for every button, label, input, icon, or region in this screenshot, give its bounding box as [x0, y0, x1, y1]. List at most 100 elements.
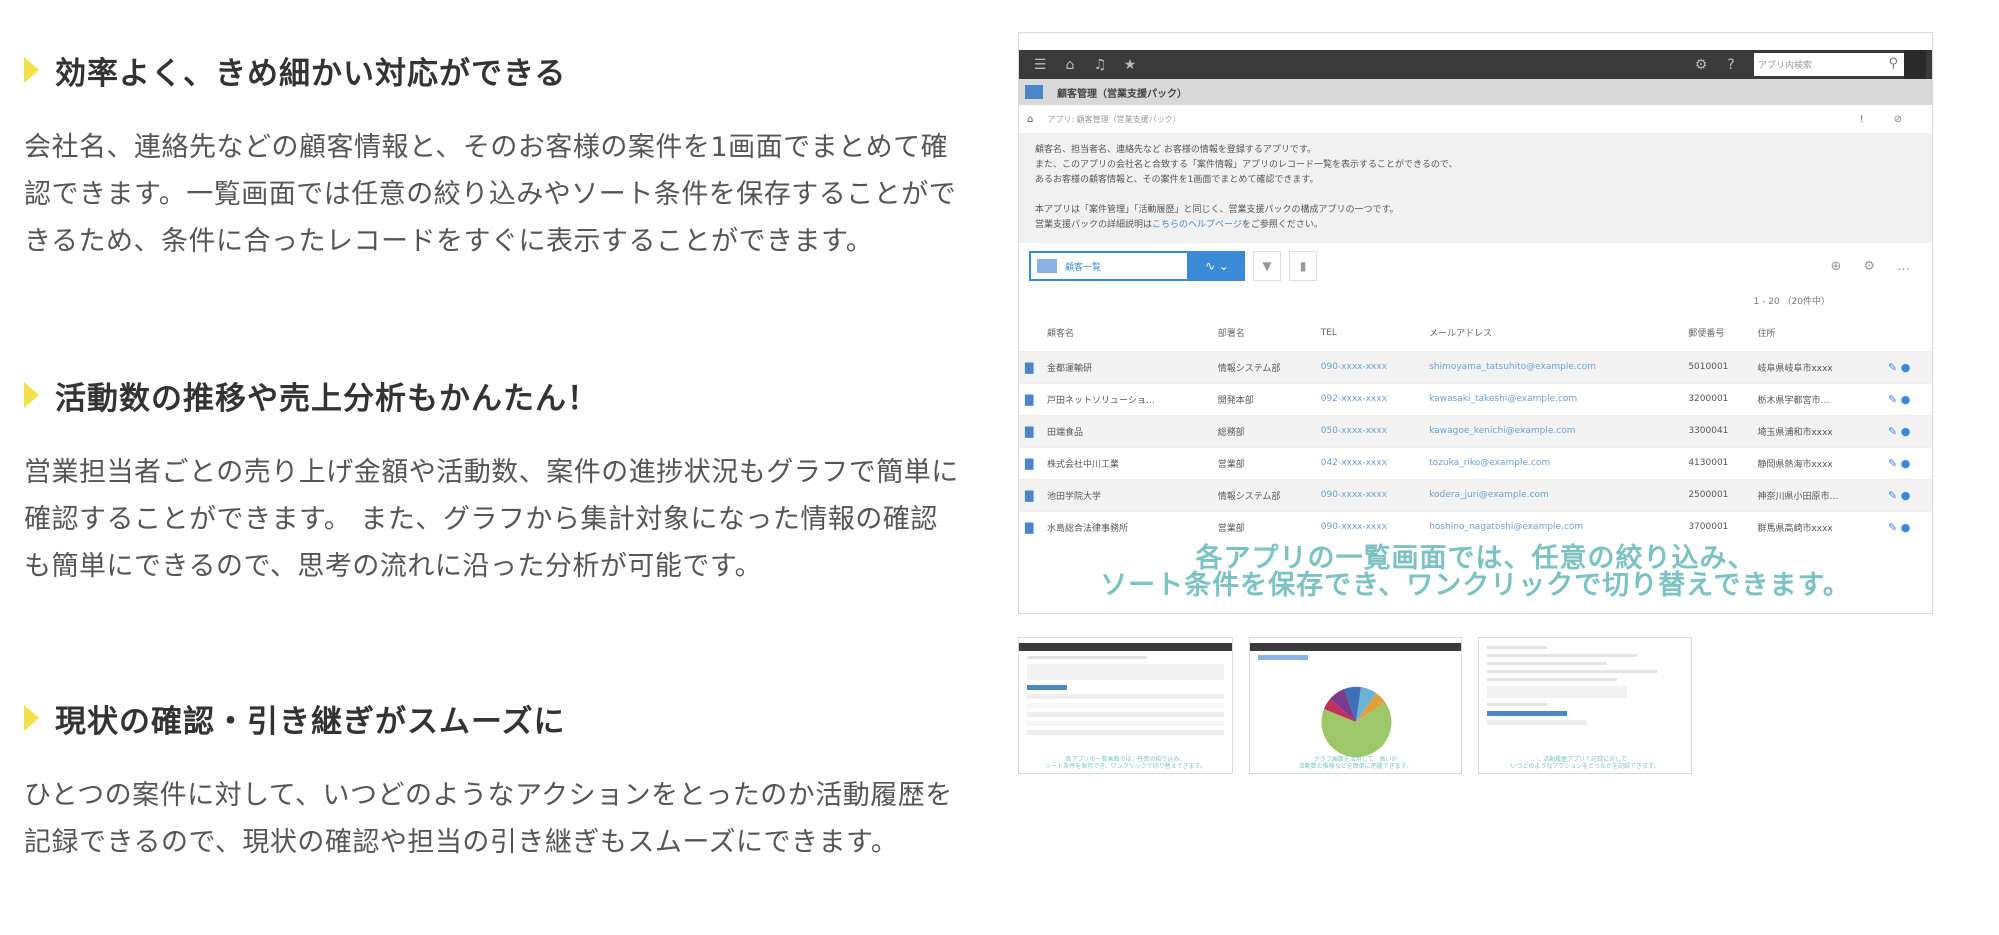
- desc-line: 営業支援パックの詳細説明はこちらのヘルプページをご参照ください。: [1035, 218, 1916, 233]
- feature-body: 会社名、連絡先などの顧客情報と、そのお客様の案件を1画面でまとめて確認できます。…: [24, 132, 957, 257]
- thumbnail-graph-view[interactable]: グラフ画面を活用して、高いか 活動数の推移などを簡単に把握できます。: [1249, 637, 1462, 774]
- edit-icon: ✎ ●: [1882, 382, 1932, 415]
- table-cell: 金都運輸研: [1041, 350, 1212, 383]
- edit-icon: ✎ ●: [1882, 350, 1932, 383]
- help-suffix: をご参照ください。: [1241, 220, 1323, 230]
- table-cell: 株式会社中川工業: [1041, 446, 1212, 479]
- caption-line: 各アプリの一覧画面では、任意の絞り込み、: [1195, 543, 1756, 574]
- header-edge: [1904, 50, 1926, 79]
- feature-heading: 効率よく、きめ細かい対応ができる: [24, 40, 959, 100]
- feature-title: 効率よく、きめ細かい対応ができる: [55, 55, 567, 92]
- feature-title: 現状の確認・引き継ぎがスムーズに: [55, 703, 566, 740]
- table-cell: 5010001: [1682, 350, 1752, 383]
- star-icon: ★: [1123, 56, 1137, 73]
- document-icon: ▇: [1019, 382, 1041, 415]
- table-cell: 水島総合法律事務所: [1041, 510, 1212, 543]
- feature-heading: 活動数の推移や売上分析もかんたん！: [24, 365, 959, 425]
- help-link: こちらのヘルプページ: [1152, 220, 1242, 230]
- desc-line: また、このアプリの会社名と合致する「案件情報」アプリのレコード一覧を表示すること…: [1035, 160, 1458, 170]
- feature-body: ひとつの案件に対して、いつどのようなアクションをとったのか活動履歴を記録できるの…: [24, 780, 953, 858]
- thumb-line: [1027, 656, 1147, 659]
- search-input: アプリ内検索 ⚲: [1754, 53, 1904, 76]
- help-prefix: 営業支援パックの詳細説明は: [1035, 220, 1153, 230]
- table-cell: 090-xxxx-xxxx: [1314, 478, 1424, 511]
- table-cell: 4130001: [1682, 446, 1752, 479]
- table-cell: kawagoe_kenichi@example.com: [1423, 414, 1683, 447]
- thumb-row: [1487, 720, 1587, 725]
- table-cell: 群馬県高崎市xxxx: [1751, 510, 1882, 543]
- app-title: 顧客管理（営業支援パック）: [1057, 88, 1187, 100]
- pie-chart-thumbnail: [1321, 686, 1392, 758]
- thumbnail-caption: 活動履歴アプリで記録に対して いつどのようなアクションをとったかを記録できます。: [1479, 756, 1691, 770]
- column-header: メールアドレス: [1429, 329, 1493, 340]
- thumb-line: [1487, 662, 1607, 665]
- table-cell: 総務部: [1211, 414, 1315, 447]
- thumb-desc: [1027, 664, 1224, 680]
- desc-line: 顧客名、担当者名、連絡先など お客様の情報を登録するアプリです。: [1035, 145, 1316, 155]
- desc-line: 本アプリは「案件管理」「活動履歴」と同じく、営業支援パックの構成アプリの一つです…: [1035, 205, 1399, 215]
- table-cell: kodera_juri@example.com: [1423, 478, 1683, 511]
- table-cell: 3700001: [1682, 510, 1752, 543]
- thumbnail-detail-view[interactable]: 活動履歴アプリで記録に対して いつどのようなアクションをとったかを記録できます。: [1478, 637, 1692, 774]
- table-cell: 050-xxxx-xxxx: [1314, 414, 1424, 447]
- table-cell: 営業部: [1211, 510, 1315, 543]
- feature-title: 活動数の推移や売上分析もかんたん！: [55, 380, 599, 417]
- thumb-row: [1027, 694, 1224, 699]
- column-header: 住所: [1757, 329, 1776, 340]
- chart-icon: ▮: [1289, 251, 1317, 281]
- column-header: 顧客名: [1047, 329, 1075, 340]
- thumb-line: [1487, 686, 1627, 698]
- help-icon: ?: [1727, 56, 1735, 73]
- edit-icon: ✎ ●: [1882, 510, 1932, 543]
- thumbnail-caption: グラフ画面を活用して、高いか 活動数の推移などを簡単に把握できます。: [1250, 756, 1461, 770]
- document-icon: ▇: [1019, 510, 1041, 543]
- thumb-row: [1027, 703, 1224, 708]
- table-row: ▇ 戸田ネットソリューショ… 開発本部 092-xxxx-xxxx kawasa…: [1019, 382, 1932, 415]
- thumbnail-list-view[interactable]: 各アプリの一覧画面では、任意の絞り込み、 ソート条件を保存でき、ワンクリックで切…: [1018, 637, 1233, 774]
- thumbnail-caption: 各アプリの一覧画面では、任意の絞り込み、 ソート条件を保存でき、ワンクリックで切…: [1019, 756, 1232, 770]
- thumb-view-selector: [1258, 655, 1308, 660]
- table-cell: 092-xxxx-xxxx: [1314, 382, 1424, 415]
- table-cell: tozuka_riko@example.com: [1423, 446, 1683, 479]
- settings-icon: ⊘: [1893, 113, 1902, 125]
- app-icon: [1025, 85, 1043, 99]
- screenshot-caption: 各アプリの一覧画面では、任意の絞り込み、 ソート条件を保存でき、ワンクリックで切…: [1019, 545, 1932, 599]
- record-table: 顧客名 部署名 TEL メールアドレス 郵便番号 住所 ▇ 金都運輸研 情報シス…: [1019, 315, 1932, 543]
- desc-line: あるお客様の顧客情報と、その案件を1画面でまとめて確認できます。: [1035, 175, 1319, 185]
- search-placeholder: アプリ内検索: [1758, 61, 1813, 71]
- thumb-row: [1027, 712, 1224, 717]
- main-screenshot[interactable]: ☰ ⌂ ♫ ★ ⚙ ? アプリ内検索 ⚲ 顧客管理（営業支援パック） ⌂ アプリ…: [1018, 32, 1933, 614]
- table-cell: kawasaki_takeshi@example.com: [1423, 382, 1683, 415]
- bell-icon: ♫: [1093, 56, 1107, 73]
- list-view-icon: [1037, 259, 1057, 273]
- document-icon: ▇: [1019, 414, 1041, 447]
- add-icon: ⊕: [1830, 258, 1842, 274]
- table-cell: 042-xxxx-xxxx: [1314, 446, 1424, 479]
- triangle-marker-icon: [24, 57, 39, 83]
- table-cell: 神奈川県小田原市…: [1751, 478, 1882, 511]
- document-icon: ▇: [1019, 446, 1041, 479]
- table-cell: 3200001: [1682, 382, 1752, 415]
- caption-line: 活動数の推移などを簡単に把握できます。: [1298, 763, 1413, 770]
- record-count: 1 - 20 （20件中）: [1753, 297, 1830, 307]
- pie-chart: [1321, 686, 1392, 758]
- triangle-marker-icon: [24, 705, 39, 731]
- list-toolbar: 顧客一覧 ∿ ⌄ ▼ ▮ ⊕ ⚙ …: [1019, 243, 1932, 289]
- home-icon: ⌂: [1027, 113, 1034, 125]
- column-header: TEL: [1320, 327, 1337, 338]
- thumb-row: [1027, 730, 1224, 735]
- edit-icon: ✎ ●: [1882, 446, 1932, 479]
- caption-line: グラフ画面を活用して、高いか: [1313, 756, 1398, 763]
- thumb-row: [1027, 721, 1224, 726]
- caption-line: ソート条件を保存でき、ワンクリックで切り替えできます。: [1100, 570, 1851, 601]
- thumb-line: [1487, 703, 1547, 706]
- document-icon: ▇: [1019, 350, 1041, 383]
- table-cell: 戸田ネットソリューショ…: [1041, 382, 1212, 415]
- view-selector: 顧客一覧: [1029, 251, 1189, 281]
- table-cell: 2500001: [1682, 478, 1752, 511]
- table-cell: 栃木県宇都宮市…: [1751, 382, 1882, 415]
- home-icon: ⌂: [1065, 56, 1075, 73]
- feature-section: 効率よく、きめ細かい対応ができる 会社名、連絡先などの顧客情報と、そのお客様の案…: [24, 40, 959, 265]
- thumb-header: [1019, 643, 1232, 651]
- info-icon: !: [1859, 113, 1864, 125]
